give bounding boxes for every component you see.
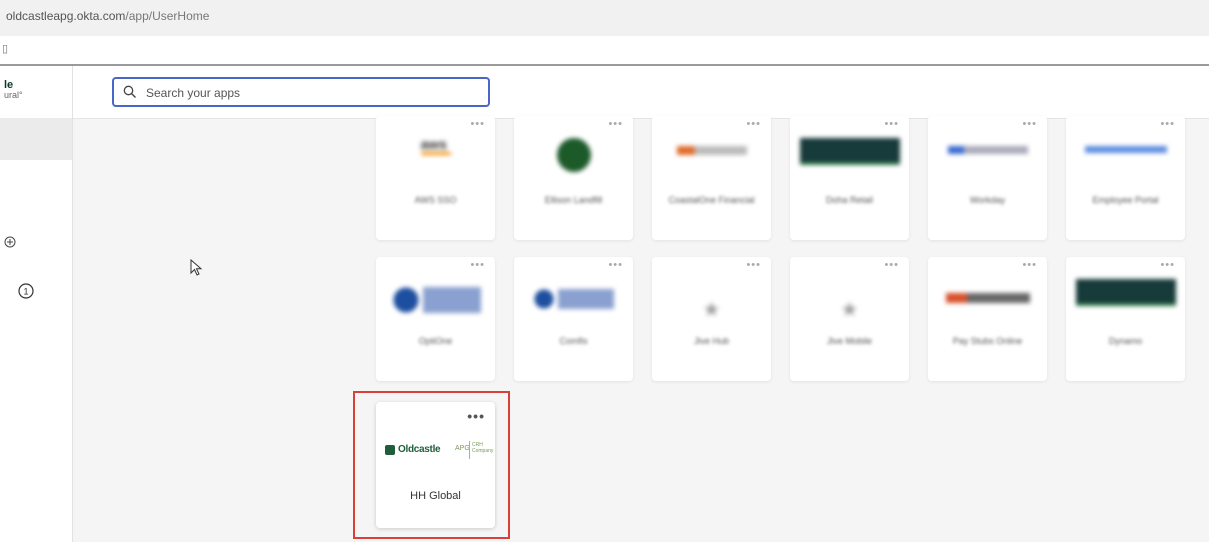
app-tile[interactable]: ••• ★ Jive Hub [652,257,771,381]
more-options-icon[interactable]: ••• [884,259,899,271]
info-circle-icon[interactable]: 1 [18,283,34,304]
app-tile[interactable]: ••• Employee Portal [1066,116,1185,240]
app-tile[interactable]: ••• Workday [928,116,1047,240]
plus-circle-icon[interactable] [4,235,16,253]
app-tile-label: OptiOne [418,336,453,346]
url-path: /app/UserHome [125,9,210,23]
more-options-icon[interactable]: ••• [608,118,623,130]
app-tile-label: Employee Portal [1092,195,1159,205]
mouse-pointer-icon [190,258,204,282]
app-tile-label: Workday [969,195,1006,205]
app-tile[interactable]: ••• CoastalOne Financial [652,116,771,240]
more-options-icon[interactable]: ••• [1160,118,1175,130]
more-options-icon[interactable]: ••• [1022,259,1037,271]
app-tile-label: CoastalOne Financial [668,195,755,205]
app-tile[interactable]: ••• aws AWS SSO [376,116,495,240]
browser-address-bar[interactable]: oldcastleapg.okta.com/app/UserHome [0,0,1209,36]
org-logo-line1: le [4,79,14,91]
more-options-icon[interactable]: ••• [1022,118,1037,130]
more-options-icon[interactable]: ••• [1160,259,1175,271]
more-options-icon[interactable]: ••• [746,259,761,271]
bookmark-fragment-icon: ▯ [2,43,9,55]
app-tile-label: Doha Retail [825,195,874,205]
search-input[interactable] [144,83,478,103]
app-tile-label: AWS SSO [414,195,457,205]
url-text[interactable]: oldcastleapg.okta.com/app/UserHome [6,9,209,23]
app-tile[interactable]: ••• Doha Retail [790,116,909,240]
app-tile-label: Ellison Landfill [544,195,603,205]
org-logo-line2: ural° [4,90,23,100]
app-tile[interactable]: ••• OptiOne [376,257,495,381]
highlight-annotation [353,391,510,539]
svg-text:1: 1 [23,287,28,297]
app-tile-label: Jive Mobile [826,336,873,346]
url-host: oldcastleapg.okta.com [6,9,126,23]
more-options-icon[interactable]: ••• [470,259,485,271]
app-tile-label: Comfis [559,336,588,346]
app-tile-label: Pay Stubs Online [952,336,1023,346]
more-options-icon[interactable]: ••• [608,259,623,271]
sidebar-item-active[interactable] [0,118,72,160]
app-tile[interactable]: ••• Comfis [514,257,633,381]
app-tile-label: Dynamo [1108,336,1143,346]
bookmarks-bar: ▯ [0,36,1209,66]
app-tile[interactable]: ••• Pay Stubs Online [928,257,1047,381]
more-options-icon[interactable]: ••• [746,118,761,130]
sidebar: le ural° 1 [0,66,73,542]
app-tile[interactable]: ••• Dynamo [1066,257,1185,381]
more-options-icon[interactable]: ••• [884,118,899,130]
top-bar [73,66,1209,119]
search-icon [123,85,137,104]
org-logo[interactable]: le ural° [4,79,23,101]
app-tile[interactable]: ••• Ellison Landfill [514,116,633,240]
app-tile[interactable]: ••• ★ Jive Mobile [790,257,909,381]
more-options-icon[interactable]: ••• [470,118,485,130]
app-tile-label: Jive Hub [693,336,729,346]
search-box[interactable] [112,77,490,107]
